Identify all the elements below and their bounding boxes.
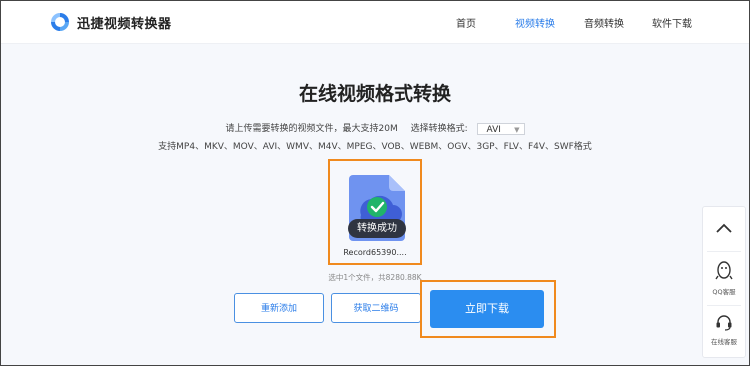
upload-hint-row: 请上传需要转换的视频文件，最大支持20M 选择转换格式: AVI ▼	[1, 121, 749, 135]
nav-audio-convert[interactable]: 音频转换	[584, 15, 624, 30]
brand-logo-icon[interactable]	[49, 11, 71, 33]
top-header: 迅捷视频转换器 首页 视频转换 音频转换 软件下载	[1, 1, 749, 44]
page-title: 在线视频格式转换	[298, 83, 451, 105]
file-card[interactable]: 转换成功 Record65390....	[328, 159, 422, 265]
nav-software-download[interactable]: 软件下载	[652, 15, 692, 30]
headset-icon	[716, 315, 732, 331]
online-service-button[interactable]: 在线客服	[703, 313, 745, 346]
format-selected-value: AVI	[486, 124, 501, 135]
qq-service-label: QQ客服	[712, 288, 736, 296]
success-check-icon	[367, 197, 387, 217]
brand-name[interactable]: 迅捷视频转换器	[77, 13, 172, 32]
format-select[interactable]: AVI ▼	[476, 122, 525, 135]
chevron-down-icon: ▼	[514, 125, 520, 134]
qq-service-button[interactable]: QQ客服	[703, 261, 745, 296]
download-now-button[interactable]: 立即下载	[430, 290, 544, 328]
qq-penguin-icon	[715, 261, 733, 280]
get-qr-code-button[interactable]: 获取二维码	[331, 293, 421, 323]
nav-video-convert[interactable]: 视频转换	[515, 15, 555, 30]
nav-home[interactable]: 首页	[456, 15, 476, 30]
back-to-top-button[interactable]	[703, 219, 745, 238]
file-name: Record65390....	[343, 248, 407, 257]
divider	[707, 251, 741, 252]
upload-hint: 请上传需要转换的视频文件，最大支持20M	[225, 124, 398, 134]
chevron-up-icon	[716, 223, 732, 233]
selected-files-info: 选中1个文件，共8280.88K	[328, 273, 422, 282]
divider	[707, 305, 741, 306]
online-service-label: 在线客服	[711, 338, 737, 346]
download-highlight-frame: 立即下载	[420, 280, 556, 338]
conversion-status-badge: 转换成功	[348, 219, 406, 238]
supported-formats: 支持MP4、MKV、MOV、AVI、WMV、M4V、MPEG、VOB、WEBM、…	[158, 142, 592, 152]
re-add-button[interactable]: 重新添加	[234, 293, 324, 323]
format-select-label: 选择转换格式:	[410, 124, 468, 134]
side-service-panel: QQ客服 在线客服	[702, 206, 746, 358]
